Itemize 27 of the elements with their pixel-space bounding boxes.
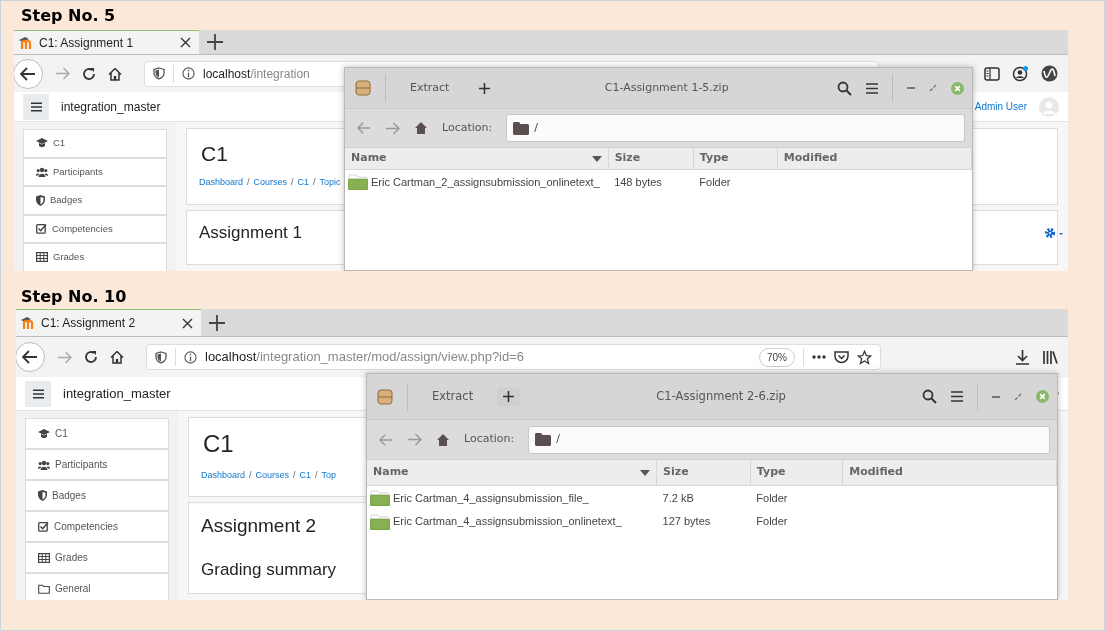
url-text: localhost/integration_master/mod/assign/view.php?id=6 — [205, 348, 525, 367]
table-cell-text: Folder — [755, 514, 789, 530]
step-heading: Step No. 10 — [20, 286, 128, 308]
activity-title: Assignment 1 — [199, 222, 302, 244]
breadcrumb-separator: / — [247, 176, 250, 190]
course-title: C1 — [203, 430, 234, 459]
window-title: C1-Assignment 2-6.zip — [655, 387, 787, 405]
table-cell: Folder — [693, 169, 778, 194]
location-label: Location: — [442, 119, 493, 136]
table-cell: Folder — [750, 485, 843, 510]
tab-title: C1: Assignment 1 — [39, 34, 135, 52]
breadcrumb-separator: / — [313, 176, 316, 190]
breadcrumb-separator: / — [315, 468, 318, 482]
url-text: localhost/integration — [203, 65, 310, 83]
breadcrumb-separator: / — [291, 176, 294, 190]
breadcrumb-separator: / — [249, 468, 252, 482]
table-cell: 7.2 kB — [656, 485, 751, 510]
course-title: C1 — [201, 141, 228, 167]
breadcrumb-separator: / — [293, 468, 296, 482]
section-heading: Grading summary — [201, 560, 337, 581]
window-title: C1-Assignment 1-5.zip — [603, 79, 730, 96]
step-heading: Step No. 5 — [20, 5, 117, 27]
table-cell-text: 127 bytes — [661, 514, 712, 530]
tab-title: C1: Assignment 2 — [41, 315, 137, 332]
table-cell: 148 bytes — [608, 169, 694, 194]
location-label: Location: — [464, 431, 515, 448]
activity-title: Assignment 2 — [201, 515, 317, 539]
